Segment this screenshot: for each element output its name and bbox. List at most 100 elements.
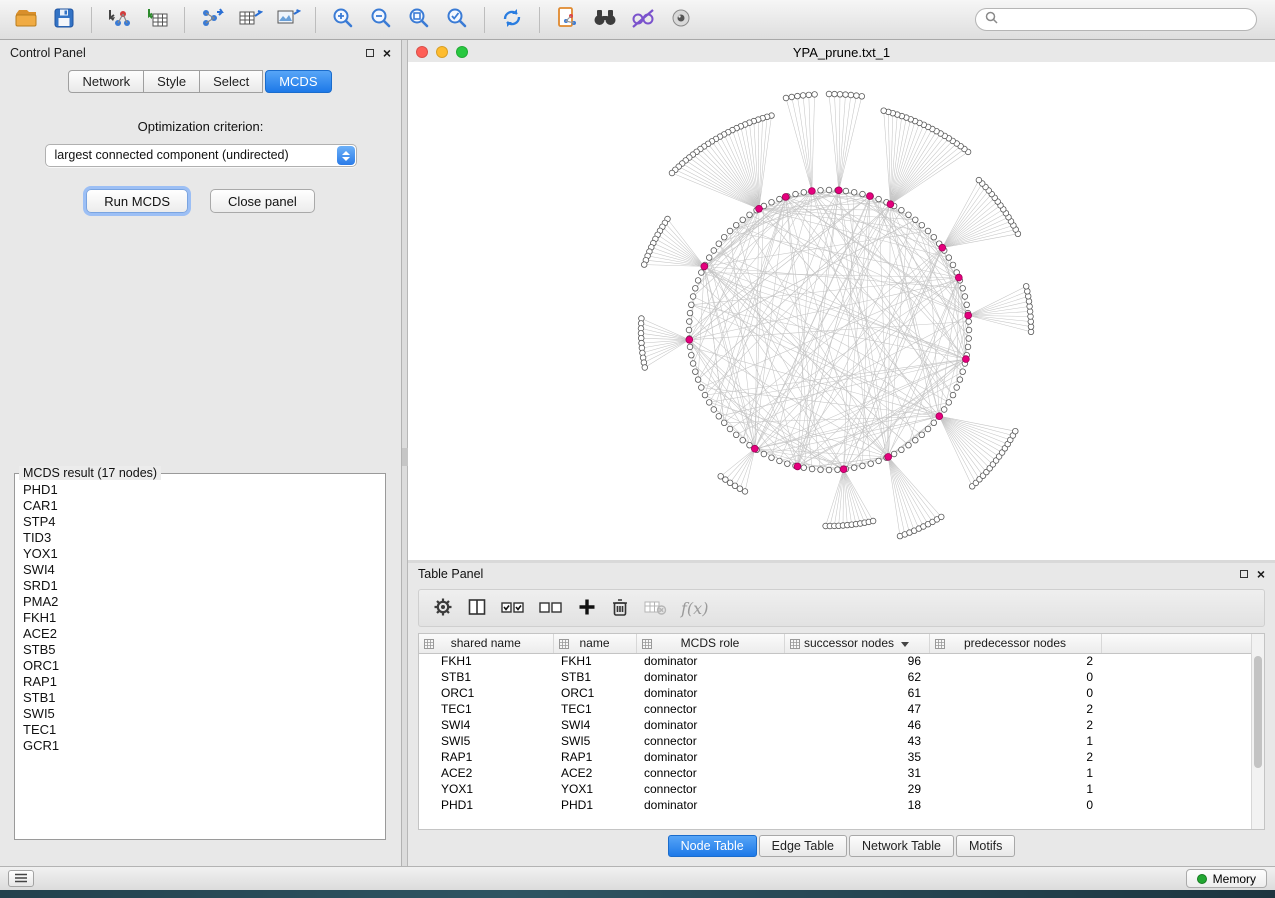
table-row[interactable]: TEC1TEC1connector472 xyxy=(419,701,1261,717)
search-network-button[interactable] xyxy=(587,5,623,35)
document-share-icon xyxy=(555,6,579,33)
mcds-node-item[interactable]: STB5 xyxy=(15,642,385,658)
zoom-out-button[interactable] xyxy=(363,5,399,35)
table-row[interactable]: ACE2ACE2connector311 xyxy=(419,765,1261,781)
scrollbar-thumb[interactable] xyxy=(1254,656,1262,768)
mcds-node-item[interactable]: TID3 xyxy=(15,530,385,546)
delete-column-button[interactable] xyxy=(611,597,629,620)
mcds-node-item[interactable]: FKH1 xyxy=(15,610,385,626)
select-all-button[interactable] xyxy=(501,599,525,618)
delete-table-button[interactable] xyxy=(643,598,667,619)
fx-icon: f(x) xyxy=(681,599,708,618)
refresh-button[interactable] xyxy=(494,5,530,35)
network-canvas[interactable] xyxy=(408,62,1275,560)
tab-network-table[interactable]: Network Table xyxy=(849,835,954,857)
column-header-predecessor-nodes[interactable]: predecessor nodes xyxy=(929,634,1101,653)
mcds-node-item[interactable]: SRD1 xyxy=(15,578,385,594)
column-header-successor-nodes[interactable]: successor nodes xyxy=(784,634,929,653)
network-svg xyxy=(408,62,1275,560)
tab-node-table[interactable]: Node Table xyxy=(668,835,757,857)
zoom-selected-button[interactable] xyxy=(439,5,475,35)
criterion-dropdown[interactable]: largest connected component (undirected) xyxy=(45,144,357,167)
zoom-fit-icon xyxy=(407,6,431,33)
zoom-in-button[interactable] xyxy=(325,5,361,35)
folder-icon xyxy=(14,7,38,32)
open-file-button[interactable] xyxy=(8,5,44,35)
toolbar-search[interactable] xyxy=(975,8,1257,31)
mcds-node-item[interactable]: SWI5 xyxy=(15,706,385,722)
window-controls xyxy=(416,46,468,58)
mcds-node-item[interactable]: YOX1 xyxy=(15,546,385,562)
import-table-button[interactable] xyxy=(139,5,175,35)
table-scrollbar[interactable] xyxy=(1251,634,1264,829)
import-network-icon xyxy=(106,6,132,33)
mcds-node-item[interactable]: STB1 xyxy=(15,690,385,706)
node-table-body: FKH1FKH1dominator962STB1STB1dominator620… xyxy=(419,653,1261,813)
save-session-button[interactable] xyxy=(46,5,82,35)
export-network-button[interactable] xyxy=(194,5,230,35)
close-panel-button[interactable]: Close panel xyxy=(210,189,315,213)
table-row[interactable]: ORC1ORC1dominator610 xyxy=(419,685,1261,701)
toolbar-separator xyxy=(484,7,485,33)
mcds-node-item[interactable]: ORC1 xyxy=(15,658,385,674)
open-in-browser-button[interactable] xyxy=(549,5,585,35)
tab-motifs[interactable]: Motifs xyxy=(956,835,1015,857)
import-network-button[interactable] xyxy=(101,5,137,35)
toolbar-separator xyxy=(315,7,316,33)
table-settings-button[interactable] xyxy=(433,597,453,620)
mcds-node-item[interactable]: SWI4 xyxy=(15,562,385,578)
hide-graphics-button[interactable] xyxy=(625,5,661,35)
mcds-node-item[interactable]: TEC1 xyxy=(15,722,385,738)
table-row[interactable]: FKH1FKH1dominator962 xyxy=(419,653,1261,669)
run-mcds-button[interactable]: Run MCDS xyxy=(86,189,188,213)
tab-edge-table[interactable]: Edge Table xyxy=(759,835,847,857)
export-table-button[interactable] xyxy=(232,5,268,35)
float-table-panel-icon[interactable] xyxy=(1240,570,1248,578)
mcds-node-item[interactable]: CAR1 xyxy=(15,498,385,514)
show-graphics-button[interactable] xyxy=(663,5,699,35)
export-image-button[interactable] xyxy=(270,5,306,35)
column-header-mcds-role[interactable]: MCDS role xyxy=(636,634,784,653)
tab-network[interactable]: Network xyxy=(68,70,144,93)
search-input[interactable] xyxy=(1003,13,1247,27)
table-row[interactable]: PHD1PHD1dominator180 xyxy=(419,797,1261,813)
memory-button[interactable]: Memory xyxy=(1186,869,1267,888)
task-history-button[interactable] xyxy=(8,870,34,887)
tab-select[interactable]: Select xyxy=(199,70,263,93)
deselect-all-button[interactable] xyxy=(539,599,563,618)
plus-icon xyxy=(577,597,597,620)
table-row[interactable]: RAP1RAP1dominator352 xyxy=(419,749,1261,765)
column-header-shared-name[interactable]: shared name xyxy=(419,634,553,653)
function-builder-button[interactable]: f(x) xyxy=(681,599,708,618)
node-table-grid: shared name name MCDS role successor nod… xyxy=(419,634,1262,813)
float-window-icon[interactable] xyxy=(366,49,374,57)
mcds-node-item[interactable]: RAP1 xyxy=(15,674,385,690)
table-row[interactable]: STB1STB1dominator620 xyxy=(419,669,1261,685)
close-panel-icon[interactable]: × xyxy=(383,48,391,58)
binoculars-icon xyxy=(592,7,618,32)
mcds-node-item[interactable]: PHD1 xyxy=(15,482,385,498)
table-row[interactable]: SWI5SWI5connector431 xyxy=(419,733,1261,749)
add-column-button[interactable] xyxy=(577,597,597,620)
tab-style[interactable]: Style xyxy=(143,70,200,93)
eye-icon xyxy=(669,7,693,32)
mcds-node-item[interactable]: GCR1 xyxy=(15,738,385,754)
mcds-node-item[interactable]: ACE2 xyxy=(15,626,385,642)
zoom-fit-button[interactable] xyxy=(401,5,437,35)
table-tabs: Node TableEdge TableNetwork TableMotifs xyxy=(408,835,1275,857)
column-header-name[interactable]: name xyxy=(553,634,636,653)
maximize-window-icon[interactable] xyxy=(456,46,468,58)
close-window-icon[interactable] xyxy=(416,46,428,58)
mcds-node-item[interactable]: PMA2 xyxy=(15,594,385,610)
close-table-panel-icon[interactable]: × xyxy=(1257,569,1265,579)
tab-mcds[interactable]: MCDS xyxy=(265,70,331,93)
table-toolbar: f(x) xyxy=(418,589,1265,627)
minimize-window-icon[interactable] xyxy=(436,46,448,58)
show-columns-button[interactable] xyxy=(467,597,487,620)
table-row[interactable]: YOX1YOX1connector291 xyxy=(419,781,1261,797)
mcds-node-item[interactable]: STP4 xyxy=(15,514,385,530)
table-row[interactable]: SWI4SWI4dominator462 xyxy=(419,717,1261,733)
columns-icon xyxy=(467,597,487,620)
sort-arrow-icon[interactable] xyxy=(901,642,909,647)
delete-table-icon xyxy=(643,598,667,619)
